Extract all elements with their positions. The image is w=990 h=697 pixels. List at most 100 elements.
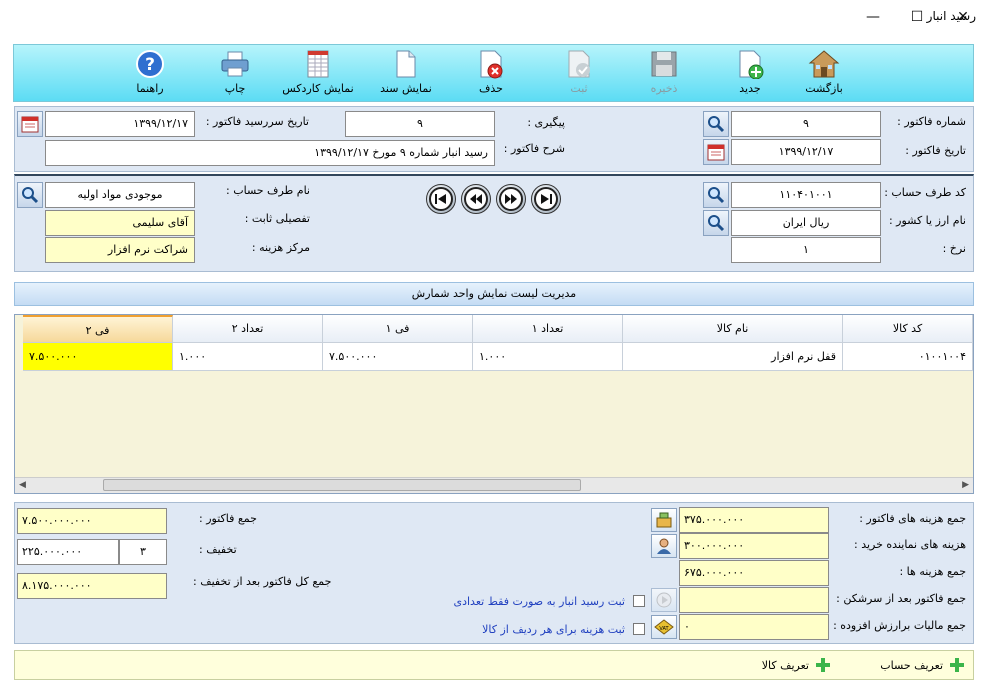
account-panel: کد طرف حساب : ۱۱۰۴۰۱۰۰۱ نام ارز یا کشور … (14, 174, 974, 272)
currency-label: نام ارز یا کشور : (888, 214, 966, 227)
table-cell-quantity-1[interactable]: ۱.۰۰۰ (473, 343, 623, 371)
horizontal-scrollbar[interactable]: ◀ ▶ (15, 477, 973, 493)
rewind-icon (470, 194, 482, 204)
unit-list-manager-button[interactable]: مدیریت لیست نمایش واحد شمارش (14, 282, 974, 306)
agent-cost-label: هزینه های نماینده خرید : (854, 538, 966, 551)
svg-text:VAT: VAT (659, 626, 669, 632)
cost-center-field[interactable]: شراکت نرم افزار (45, 237, 195, 263)
show-document-label: نمایش سند (380, 82, 432, 95)
invoice-description-field[interactable]: رسید انبار شماره ۹ مورخ ۱۳۹۹/۱۲/۱۷ (45, 140, 495, 166)
show-cardex-label: نمایش کاردکس (282, 82, 354, 95)
next-record-button[interactable] (496, 184, 526, 214)
delete-button[interactable]: حذف (456, 48, 526, 102)
vat-field: ۰ (679, 614, 829, 640)
rate-label: نرخ : (942, 242, 966, 255)
first-record-button[interactable] (426, 184, 456, 214)
account-name-label: نام طرف حساب : (226, 184, 310, 197)
invoice-costs-label: جمع هزینه های فاکتور : (859, 512, 966, 525)
agent-cost-field: ۳۰۰.۰۰۰.۰۰۰ (679, 533, 829, 559)
vat-icon: VAT (654, 619, 674, 635)
fast-forward-icon (505, 194, 517, 204)
column-header-quantity-1[interactable]: تعداد ۱ (473, 315, 623, 343)
title-bar: رسید انبار — ☐ ✕ (0, 0, 990, 34)
overhead-play-button[interactable] (651, 588, 677, 612)
currency-search-button[interactable] (703, 210, 729, 236)
table-cell-price-1[interactable]: ۷.۵۰۰.۰۰۰ (323, 343, 473, 371)
invoice-number-field[interactable]: ۹ (731, 111, 881, 137)
define-account-button[interactable]: تعریف حساب (880, 657, 965, 673)
cost-per-row-label[interactable]: ثبت هزینه برای هر ردیف از کالا (482, 623, 625, 636)
register-button[interactable]: ثبت (544, 48, 614, 102)
totals-panel: جمع فاکتور : ۷.۵۰۰.۰۰۰.۰۰۰ تخفیف : ۳ ۲۲۵… (14, 502, 974, 644)
first-icon (435, 194, 446, 204)
close-button[interactable]: ✕ (948, 6, 978, 28)
column-header-price-2[interactable]: فی ۲ (23, 315, 173, 343)
account-name-search-button[interactable] (17, 182, 43, 208)
account-code-search-button[interactable] (703, 182, 729, 208)
scrollbar-thumb[interactable] (103, 479, 581, 491)
show-document-button[interactable]: نمایش سند (371, 48, 441, 102)
cost-center-label: مرکز هزینه : (251, 241, 310, 254)
invoice-date-field[interactable]: ۱۳۹۹/۱۲/۱۷ (731, 139, 881, 165)
last-record-button[interactable] (531, 184, 561, 214)
help-button[interactable]: ? راهنما (115, 48, 185, 102)
scroll-left-arrow-icon[interactable]: ◀ (19, 480, 26, 490)
detail-field[interactable]: آقای سلیمی (45, 210, 195, 236)
person-icon (657, 538, 671, 554)
quantity-only-checkbox[interactable] (633, 595, 645, 607)
account-code-label: کد طرف حساب : (884, 186, 966, 199)
help-icon: ? (134, 48, 166, 80)
vat-button[interactable]: VAT (651, 615, 677, 639)
print-button[interactable]: چاپ (200, 48, 270, 102)
cost-per-row-checkbox[interactable] (633, 623, 645, 635)
bottom-bar: تعریف حساب تعریف کالا (14, 650, 974, 680)
scroll-right-arrow-icon[interactable]: ▶ (962, 480, 969, 490)
document-icon (390, 48, 422, 80)
column-header-price-1[interactable]: فی ۱ (323, 315, 473, 343)
table-cell-price-2[interactable]: ۷.۵۰۰.۰۰۰ (23, 343, 173, 371)
invoice-date-label: تاریخ فاکتور : (905, 144, 966, 157)
invoice-date-picker-button[interactable] (703, 139, 729, 165)
home-icon (808, 48, 840, 80)
new-button[interactable]: جدید (715, 48, 785, 102)
discount-percent-field[interactable]: ۳ (119, 539, 167, 565)
table-cell-item-code[interactable]: ۰۱۰۰۱۰۰۴ (843, 343, 973, 371)
invoice-search-button[interactable] (703, 111, 729, 137)
account-code-field[interactable]: ۱۱۰۴۰۱۰۰۱ (731, 182, 881, 208)
search-icon (708, 215, 725, 232)
minimize-button[interactable]: — (858, 6, 888, 28)
save-button[interactable]: ذخیره (629, 48, 699, 102)
followup-field[interactable]: ۹ (345, 111, 495, 137)
quantity-only-label[interactable]: ثبت رسید انبار به صورت فقط تعدادی (453, 595, 625, 608)
table-cell-item-name[interactable]: قفل نرم افزار (623, 343, 843, 371)
currency-field[interactable]: ریال ایران (731, 210, 881, 236)
cost-sum-label: جمع هزینه ها : (899, 565, 966, 578)
rate-field[interactable]: ۱ (731, 237, 881, 263)
costs-button[interactable] (651, 508, 677, 532)
play-icon (656, 592, 672, 608)
back-button[interactable]: بازگشت (789, 48, 859, 102)
invoice-total-label: جمع فاکتور : (199, 512, 257, 525)
search-icon (708, 116, 725, 133)
invoice-description-label: شرح فاکتور : (503, 142, 565, 155)
account-name-field[interactable]: موجودی مواد اولیه (45, 182, 195, 208)
column-header-quantity-2[interactable]: تعداد ۲ (173, 315, 323, 343)
new-label: جدید (739, 82, 761, 95)
column-header-item-code[interactable]: کد کالا (843, 315, 973, 343)
agent-cost-button[interactable] (651, 534, 677, 558)
define-item-button[interactable]: تعریف کالا (762, 657, 831, 673)
table-cell-quantity-2[interactable]: ۱.۰۰۰ (173, 343, 323, 371)
after-overhead-label: جمع فاکتور بعد از سرشکن : (836, 592, 966, 605)
discount-value-field[interactable]: ۲۲۵.۰۰۰.۰۰۰ (17, 539, 119, 565)
column-header-item-name[interactable]: نام کالا (623, 315, 843, 343)
new-document-icon (734, 48, 766, 80)
register-label: ثبت (570, 82, 588, 95)
previous-record-button[interactable] (461, 184, 491, 214)
invoice-costs-field: ۳۷۵.۰۰۰.۰۰۰ (679, 507, 829, 533)
cash-register-icon (656, 512, 672, 528)
show-cardex-button[interactable]: نمایش کاردکس (282, 48, 354, 102)
floppy-disk-icon (648, 48, 680, 80)
maximize-button[interactable]: ☐ (902, 6, 932, 28)
due-date-picker-button[interactable] (17, 111, 43, 137)
due-date-field[interactable]: ۱۳۹۹/۱۲/۱۷ (45, 111, 195, 137)
